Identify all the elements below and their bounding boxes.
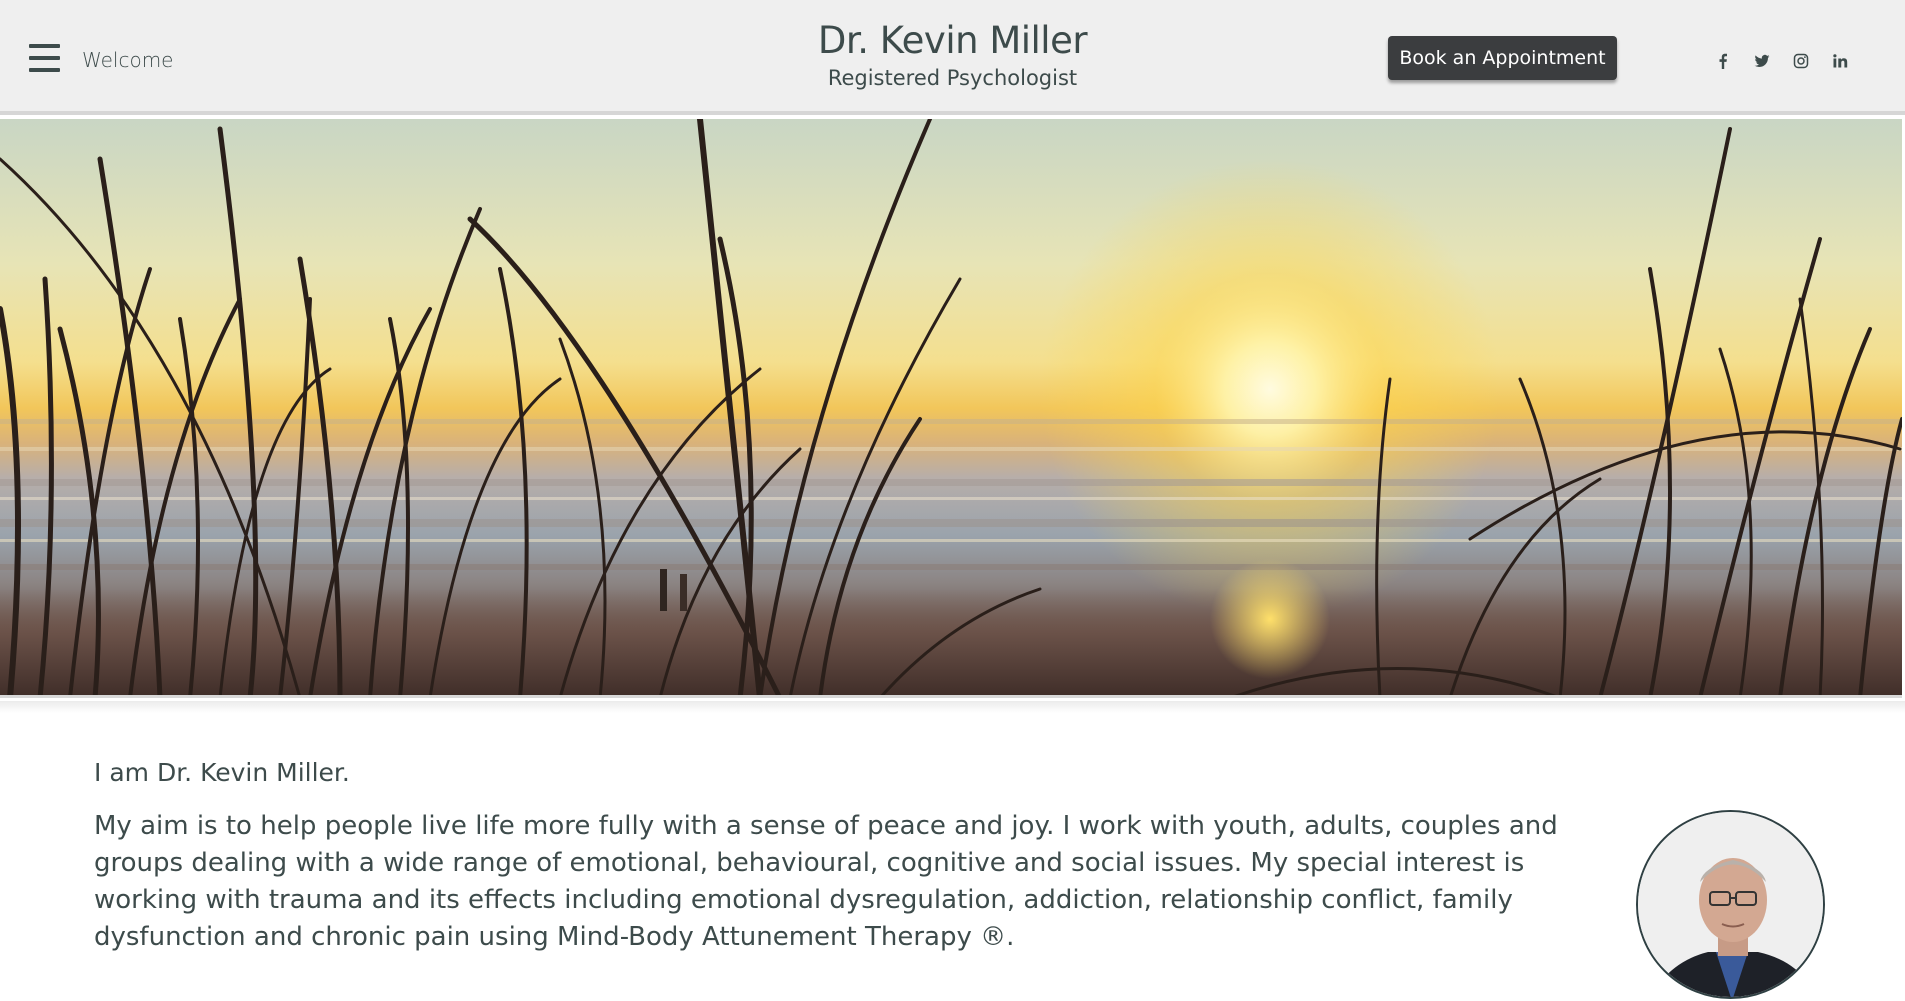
headshot-photo (1636, 810, 1825, 999)
book-appointment-button[interactable]: Book an Appointment (1388, 36, 1617, 80)
about-paragraph: My aim is to help people live life more … (94, 811, 1558, 952)
nav-welcome-link[interactable]: Welcome (82, 48, 173, 72)
beach-sunset-image (0, 119, 1902, 695)
linkedin-icon[interactable] (1829, 50, 1851, 72)
intro-heading: I am Dr. Kevin Miller. (94, 758, 350, 787)
portrait-illustration (1638, 812, 1823, 997)
hero-shadow (0, 701, 1905, 713)
hamburger-menu-icon[interactable] (29, 44, 60, 72)
site-header: Welcome Dr. Kevin Miller Registered Psyc… (0, 0, 1905, 115)
site-title: Dr. Kevin Miller (817, 19, 1088, 62)
hamburger-bar (29, 56, 60, 60)
hamburger-bar (29, 68, 60, 72)
instagram-icon[interactable] (1790, 50, 1812, 72)
hamburger-bar (29, 44, 60, 48)
site-subtitle: Registered Psychologist (827, 66, 1078, 90)
hero-banner (0, 119, 1902, 698)
facebook-icon[interactable] (1712, 50, 1734, 72)
social-links (1712, 50, 1868, 72)
twitter-icon[interactable] (1751, 50, 1773, 72)
